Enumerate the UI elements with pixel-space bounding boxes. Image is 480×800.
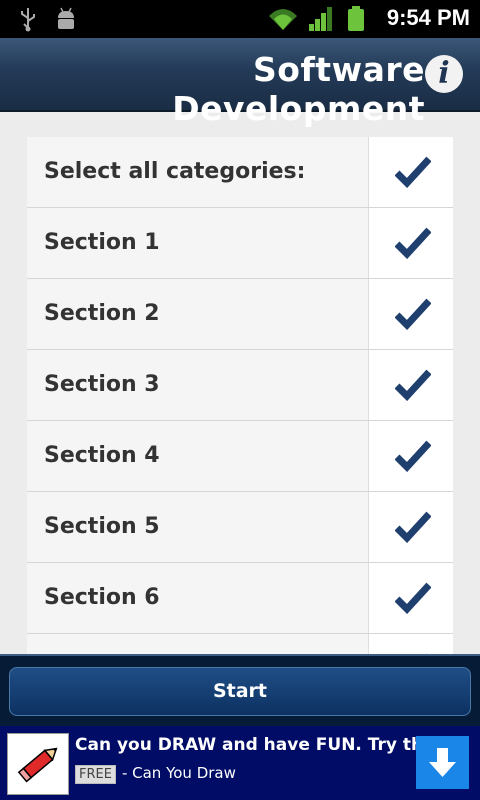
section-checkbox[interactable] <box>368 208 453 278</box>
ad-title: Can you DRAW and have FUN. Try this <box>75 735 440 755</box>
title-bar: Software Development i <box>0 38 480 128</box>
section-checkbox[interactable] <box>368 279 453 349</box>
download-button[interactable] <box>416 736 469 789</box>
select-all-label: Select all categories: <box>44 159 306 184</box>
ad-subtitle: - Can You Draw <box>121 764 236 782</box>
start-button[interactable]: Start <box>9 667 471 716</box>
ad-banner[interactable]: Can you DRAW and have FUN. Try this FREE… <box>0 726 480 800</box>
usb-icon <box>21 8 35 32</box>
section-checkbox[interactable] <box>368 634 453 654</box>
checkmark-icon <box>395 582 431 614</box>
list-item[interactable]: Section 6 <box>27 563 453 634</box>
category-list: Select all categories: Section 1 Section… <box>27 137 453 654</box>
download-arrow-icon <box>429 748 456 777</box>
section-label: Section 6 <box>44 585 160 610</box>
list-item[interactable]: Section 2 <box>27 279 453 350</box>
section-checkbox[interactable] <box>368 421 453 491</box>
info-icon[interactable]: i <box>425 55 463 93</box>
select-all-checkbox[interactable] <box>368 137 453 207</box>
battery-icon <box>348 6 364 31</box>
list-item[interactable] <box>27 634 453 654</box>
list-item[interactable]: Section 5 <box>27 492 453 563</box>
android-debug-icon <box>58 7 74 29</box>
ad-subtitle-row: FREE - Can You Draw <box>75 764 236 784</box>
checkmark-icon <box>395 511 431 543</box>
checkmark-icon <box>395 227 431 259</box>
checkmark-icon <box>395 156 431 188</box>
page-title: Software Development <box>172 50 425 128</box>
section-label: Section 2 <box>44 301 160 326</box>
bottom-bar: Start <box>0 654 480 728</box>
section-label: Section 5 <box>44 514 160 539</box>
free-badge: FREE <box>75 765 116 784</box>
section-checkbox[interactable] <box>368 492 453 562</box>
section-label: Section 1 <box>44 230 160 255</box>
list-item[interactable]: Section 1 <box>27 208 453 279</box>
select-all-row[interactable]: Select all categories: <box>27 137 453 208</box>
list-item[interactable]: Section 3 <box>27 350 453 421</box>
list-item[interactable]: Section 4 <box>27 421 453 492</box>
section-label: Section 3 <box>44 372 160 397</box>
status-time: 9:54 PM <box>386 5 470 30</box>
signal-icon <box>309 7 332 31</box>
status-bar: 9:54 PM <box>0 0 480 38</box>
section-label: Section 4 <box>44 443 160 468</box>
section-checkbox[interactable] <box>368 563 453 633</box>
wifi-icon <box>269 9 297 30</box>
pencil-icon <box>17 747 58 783</box>
checkmark-icon <box>395 298 431 330</box>
checkmark-icon <box>395 369 431 401</box>
section-checkbox[interactable] <box>368 350 453 420</box>
checkmark-icon <box>395 440 431 472</box>
ad-thumbnail[interactable] <box>7 733 69 795</box>
